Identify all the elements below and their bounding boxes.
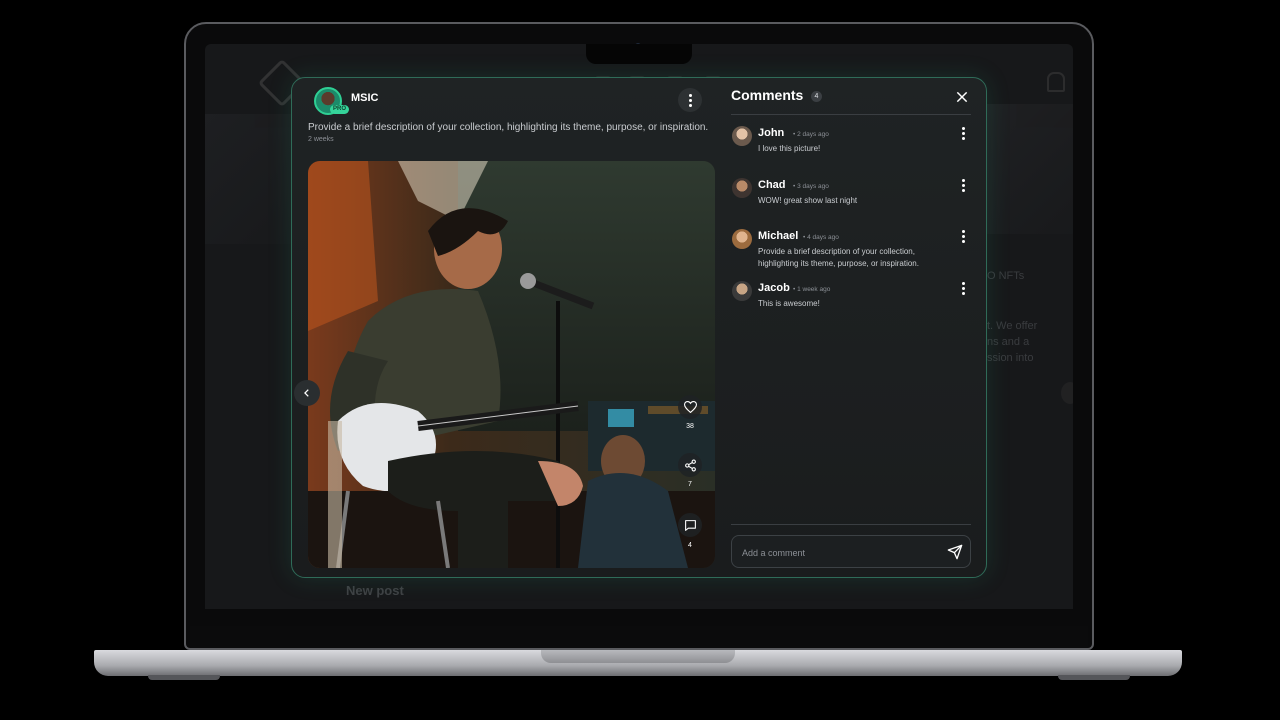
chevron-left-icon — [304, 389, 309, 397]
like-count: 38 — [686, 423, 694, 430]
avatar[interactable] — [732, 178, 752, 198]
more-vertical-icon — [961, 229, 965, 243]
comment-text: Provide a brief description of your coll… — [758, 247, 919, 268]
divider — [731, 114, 971, 115]
background-image-right — [983, 104, 1073, 234]
avatar[interactable] — [732, 281, 752, 301]
post-modal: PRO MSIC Provide a brief description of … — [291, 77, 987, 578]
comment-text: This is awesome! — [758, 299, 820, 308]
more-vertical-icon — [961, 281, 965, 295]
comments-title: Comments — [731, 87, 804, 103]
comment-more-button[interactable] — [956, 178, 970, 192]
send-icon — [947, 544, 963, 560]
comments-count-badge: 4 — [811, 91, 822, 102]
share-icon — [684, 459, 696, 471]
comment-count: 4 — [688, 542, 692, 549]
pro-badge: PRO — [330, 105, 350, 114]
background-text: t. We offer — [987, 320, 1038, 332]
post-username[interactable]: MSIC — [351, 92, 379, 104]
post-image: 38 7 4 — [308, 161, 715, 568]
post-more-button[interactable] — [678, 88, 702, 112]
comment-author[interactable]: Michael — [758, 230, 798, 242]
like-button[interactable] — [678, 395, 702, 419]
next-arrow-icon[interactable] — [1061, 382, 1073, 404]
comment-button[interactable] — [678, 513, 702, 537]
more-vertical-icon — [961, 178, 965, 192]
comment-time: • 4 days ago — [803, 234, 839, 241]
comment-more-button[interactable] — [956, 281, 970, 295]
background-text: ssion into — [987, 352, 1034, 364]
laptop-base-notch — [541, 650, 735, 663]
previous-button[interactable] — [294, 380, 320, 406]
heart-icon — [683, 401, 697, 413]
avatar[interactable] — [732, 126, 752, 146]
laptop-foot-right — [1058, 675, 1130, 680]
laptop-foot-left — [148, 675, 220, 680]
comment-more-button[interactable] — [956, 126, 970, 140]
laptop-notch — [586, 44, 692, 64]
share-count: 7 — [688, 481, 692, 488]
background-text: O NFTs — [987, 270, 1025, 282]
more-vertical-icon — [688, 93, 692, 107]
laptop-bezel — [190, 626, 1088, 648]
share-button[interactable] — [678, 453, 702, 477]
bell-icon[interactable] — [1047, 72, 1065, 92]
background-image-left — [205, 114, 295, 244]
new-post-label[interactable]: New post — [346, 583, 404, 598]
comment-input[interactable] — [740, 543, 944, 563]
send-button[interactable] — [947, 544, 963, 560]
comment-time: • 2 days ago — [793, 131, 829, 138]
post-description: Provide a brief description of your coll… — [308, 122, 709, 133]
close-icon — [956, 91, 968, 103]
divider — [731, 524, 971, 525]
more-vertical-icon — [961, 126, 965, 140]
comment-author[interactable]: John — [758, 127, 784, 139]
close-button[interactable] — [954, 89, 970, 105]
comment-author[interactable]: Chad — [758, 179, 786, 191]
comment-time: • 3 days ago — [793, 183, 829, 190]
comment-input-box — [731, 535, 971, 568]
background-text: ns and a — [987, 336, 1030, 348]
concert-photo — [308, 161, 715, 568]
comment-author[interactable]: Jacob — [758, 282, 790, 294]
comment-text: WOW! great show last night — [758, 196, 858, 205]
comment-text: I love this picture! — [758, 144, 821, 153]
comment-icon — [684, 519, 696, 531]
post-time: 2 weeks — [308, 136, 334, 143]
avatar[interactable] — [732, 229, 752, 249]
comment-time: • 1 week ago — [793, 286, 831, 293]
comment-more-button[interactable] — [956, 229, 970, 243]
